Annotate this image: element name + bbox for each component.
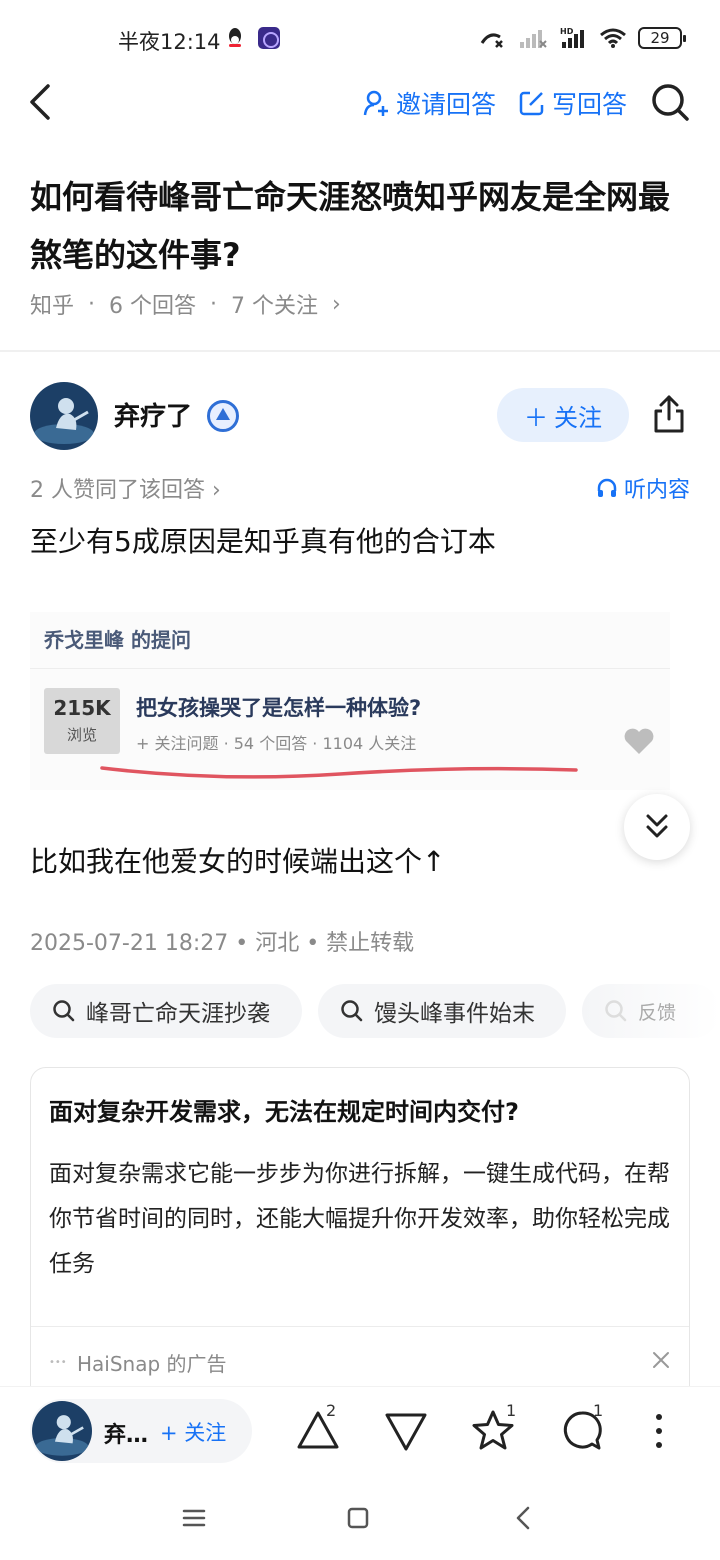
ad-body: 面对复杂需求它能一步步为你进行拆解，一键生成代码，在帮你节省时间的同时，还能大幅… bbox=[49, 1161, 670, 1277]
battery-indicator: 29 bbox=[638, 27, 686, 49]
bottom-action-bar: 弃… + 关注 2 1 1 bbox=[0, 1386, 720, 1478]
top-nav: 邀请回答 写回答 bbox=[0, 70, 720, 136]
author-avatar[interactable] bbox=[30, 382, 98, 450]
signal-icon: HD bbox=[560, 27, 584, 48]
system-nav-bar bbox=[0, 1478, 720, 1560]
status-icons: HD 29 bbox=[478, 24, 686, 52]
edit-icon bbox=[519, 91, 544, 116]
feedback-chip[interactable]: 反馈 bbox=[582, 984, 720, 1038]
listen-label: 听内容 bbox=[623, 478, 690, 503]
write-answer-label: 写回答 bbox=[552, 90, 628, 119]
search-icon bbox=[53, 1000, 75, 1022]
follow-button[interactable]: ＋ 关注 bbox=[497, 388, 629, 442]
listen-button[interactable]: 听内容 bbox=[596, 472, 690, 504]
menu-icon[interactable] bbox=[178, 1502, 210, 1534]
verified-badge-icon bbox=[207, 400, 239, 432]
ad-card[interactable]: 面对复杂开发需求，无法在规定时间内交付? 面对复杂需求它能一步步为你进行拆解，一… bbox=[30, 1067, 690, 1407]
answer-paragraph-1: 至少有5成原因是知乎真有他的合订本 bbox=[30, 525, 496, 558]
avatar-illustration bbox=[35, 1415, 89, 1456]
bottom-author-name: 弃… bbox=[104, 1423, 149, 1448]
qq-icon bbox=[229, 28, 241, 47]
answer-paragraph-2: 比如我在他爱女的时候端出这个↑ bbox=[30, 845, 446, 878]
embed-views-box: 215K 浏览 bbox=[44, 688, 120, 754]
close-icon[interactable] bbox=[651, 1350, 671, 1370]
author-avatar[interactable] bbox=[32, 1401, 92, 1461]
back-arrow-icon[interactable] bbox=[24, 82, 60, 122]
heart-icon bbox=[624, 728, 654, 754]
bottom-follow-button[interactable]: + 关注 bbox=[160, 1417, 226, 1447]
author-name[interactable]: 弃疗了 bbox=[114, 396, 192, 433]
invite-answer-label: 邀请回答 bbox=[396, 90, 497, 119]
chevron-right-icon: › bbox=[212, 478, 221, 503]
related-search-chip[interactable]: 峰哥亡命天涯抄袭 bbox=[30, 984, 302, 1038]
home-icon[interactable] bbox=[342, 1502, 374, 1534]
related-search-chip[interactable]: 馒头峰事件始末 bbox=[318, 984, 566, 1038]
scroll-down-button[interactable] bbox=[624, 794, 690, 860]
related-search-label: 峰哥亡命天涯抄袭 bbox=[86, 1001, 270, 1027]
embed-meta: + 关注问题 · 54 个回答 · 1104 人关注 bbox=[136, 734, 417, 753]
embed-asker: 乔戈里峰 的提问 bbox=[44, 628, 191, 652]
ad-logo-icon: ••• bbox=[49, 1356, 67, 1368]
embed-question: 把女孩操哭了是怎样一种体验? bbox=[136, 696, 422, 720]
answer-embedded-image[interactable]: 乔戈里峰 的提问 215K 浏览 把女孩操哭了是怎样一种体验? + 关注问题 ·… bbox=[30, 612, 670, 790]
ad-title: 面对复杂开发需求，无法在规定时间内交付? bbox=[49, 1098, 519, 1126]
section-divider bbox=[0, 350, 720, 352]
favorite-count: 1 bbox=[506, 1401, 517, 1420]
downvote-icon[interactable] bbox=[383, 1407, 429, 1455]
answer-meta: 2025-07-21 18:27 • 河北 • 禁止转载 bbox=[30, 931, 415, 956]
feedback-label: 反馈 bbox=[638, 1001, 677, 1024]
search-icon bbox=[605, 1000, 627, 1022]
bottom-author-pill[interactable]: 弃… + 关注 bbox=[30, 1399, 252, 1463]
embed-divider bbox=[30, 668, 670, 669]
invite-answer-button[interactable]: 邀请回答 bbox=[362, 86, 496, 120]
upvote-summary-text: 2 人赞同了该回答 bbox=[30, 478, 205, 503]
separator-dot: · bbox=[210, 291, 218, 317]
more-options-icon[interactable] bbox=[636, 1407, 682, 1455]
red-underline-mark bbox=[100, 766, 578, 779]
network-label: HD bbox=[560, 27, 574, 36]
double-chevron-down-icon bbox=[646, 814, 668, 838]
ad-divider bbox=[31, 1326, 689, 1327]
notification-app-icon bbox=[258, 27, 280, 49]
wifi-icon bbox=[600, 28, 626, 48]
related-search-label: 馒头峰事件始末 bbox=[374, 1001, 535, 1027]
system-back-icon[interactable] bbox=[508, 1502, 540, 1534]
embed-views-label: 浏览 bbox=[66, 726, 97, 744]
separator-dot: · bbox=[88, 291, 96, 317]
signal-off-icon bbox=[520, 30, 547, 48]
ad-source: ••• HaiSnap 的广告 bbox=[49, 1348, 227, 1377]
mute-call-icon bbox=[480, 33, 503, 48]
ad-source-label: HaiSnap 的广告 bbox=[77, 1352, 227, 1376]
upvote-count: 2 bbox=[326, 1401, 337, 1420]
question-source: 知乎 bbox=[30, 294, 75, 319]
headphones-icon bbox=[597, 478, 617, 497]
follower-count: 7 个关注 bbox=[231, 294, 319, 319]
search-icon[interactable] bbox=[650, 82, 690, 122]
avatar-illustration bbox=[34, 398, 94, 444]
upvote-summary[interactable]: 2 人赞同了该回答 › bbox=[30, 472, 221, 504]
search-icon bbox=[341, 1000, 363, 1022]
question-title[interactable]: 如何看待峰哥亡命天涯怒喷知乎网友是全网最煞笔的这件事? bbox=[30, 168, 700, 284]
comment-count: 1 bbox=[593, 1401, 604, 1420]
invite-user-icon bbox=[363, 90, 388, 116]
write-answer-button[interactable]: 写回答 bbox=[518, 86, 627, 120]
answer-count: 6 个回答 bbox=[109, 294, 197, 319]
plus-icon: ＋ bbox=[524, 403, 548, 432]
share-icon[interactable] bbox=[650, 393, 688, 435]
follow-label: 关注 bbox=[554, 403, 602, 432]
embed-views-count: 215K bbox=[53, 696, 111, 720]
chevron-right-icon: › bbox=[332, 291, 341, 317]
status-bar: 半夜12:14 HD 29 bbox=[0, 0, 720, 80]
status-time: 半夜12:14 bbox=[118, 30, 221, 54]
question-meta[interactable]: 知乎 · 6 个回答 · 7 个关注 › bbox=[30, 288, 341, 320]
